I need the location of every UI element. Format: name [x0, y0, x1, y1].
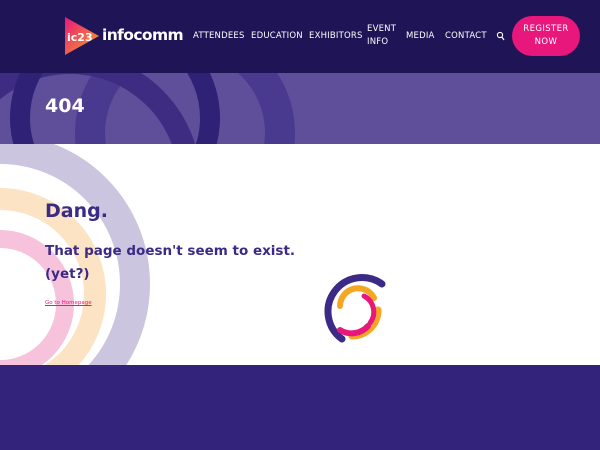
register-label-line: NOW [534, 37, 558, 47]
logo-mark-text: ic23 [67, 31, 93, 44]
error-message: That page doesn't seem to exist. [45, 243, 296, 259]
page-title: 404 [45, 95, 85, 117]
nav-label: CONTACT [445, 31, 487, 41]
site-header: ic23 infocomm ATTENDEES EDUCATION EXHIBI… [0, 0, 600, 73]
nav-label: MEDIA [406, 31, 435, 41]
nav-event-info[interactable]: EVENT INFO [367, 23, 396, 49]
nav-label-line: EVENT [367, 24, 397, 34]
infocomm-logo[interactable]: ic23 infocomm [65, 17, 184, 55]
register-label-line: REGISTER [523, 24, 569, 34]
nav-attendees[interactable]: ATTENDEES [193, 30, 245, 43]
page-title-band [0, 73, 600, 144]
nav-media[interactable]: MEDIA [406, 30, 435, 43]
nav-exhibitors[interactable]: EXHIBITORS [309, 30, 363, 43]
decorative-rings [0, 73, 295, 144]
nav-label: EXHIBITORS [309, 31, 363, 41]
nav-label: ATTENDEES [193, 31, 245, 41]
site-footer [0, 365, 600, 450]
error-aside: (yet?) [45, 266, 90, 282]
register-now-button[interactable]: REGISTER NOW [512, 16, 580, 56]
search-icon[interactable] [496, 31, 505, 41]
logo-wordmark: infocomm [102, 26, 184, 44]
nav-label-line: INFO [367, 37, 389, 47]
loading-spinner-icon [324, 274, 386, 343]
go-to-homepage-link[interactable]: Go to Homepage [45, 300, 92, 306]
error-heading: Dang. [45, 200, 108, 222]
nav-contact[interactable]: CONTACT [445, 30, 487, 43]
nav-education[interactable]: EDUCATION [251, 30, 303, 43]
ic23-logo-mark: ic23 [65, 17, 99, 55]
nav-label: EDUCATION [251, 31, 303, 41]
